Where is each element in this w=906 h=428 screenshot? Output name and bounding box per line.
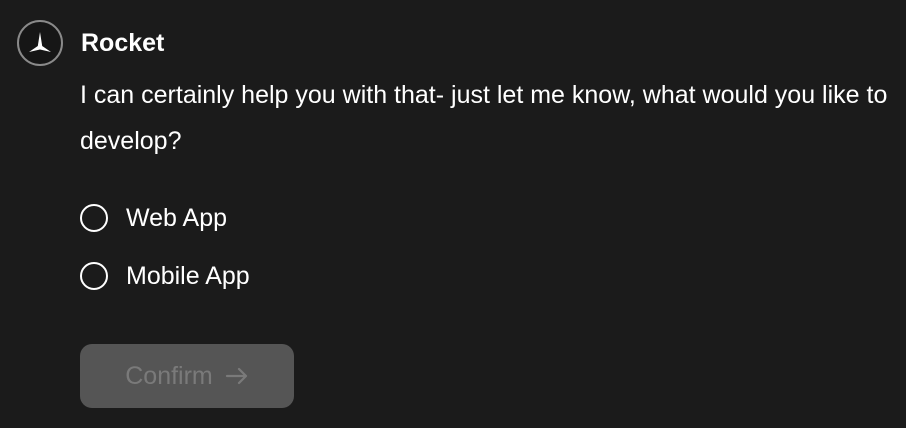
option-web-app[interactable]: Web App [80,196,250,240]
arrow-right-icon [225,366,249,386]
option-label: Mobile App [126,262,250,290]
rocket-logo-icon [27,31,53,55]
option-mobile-app[interactable]: Mobile App [80,254,250,298]
sender-name: Rocket [81,29,165,57]
confirm-button-label: Confirm [125,361,213,390]
avatar [17,20,63,66]
message-text: I can certainly help you with that- just… [80,81,888,155]
radio-button[interactable] [80,204,108,232]
option-label: Web App [126,204,228,232]
radio-button[interactable] [80,262,108,290]
option-list: Web App Mobile App [80,196,250,312]
confirm-button[interactable]: Confirm [80,344,294,408]
